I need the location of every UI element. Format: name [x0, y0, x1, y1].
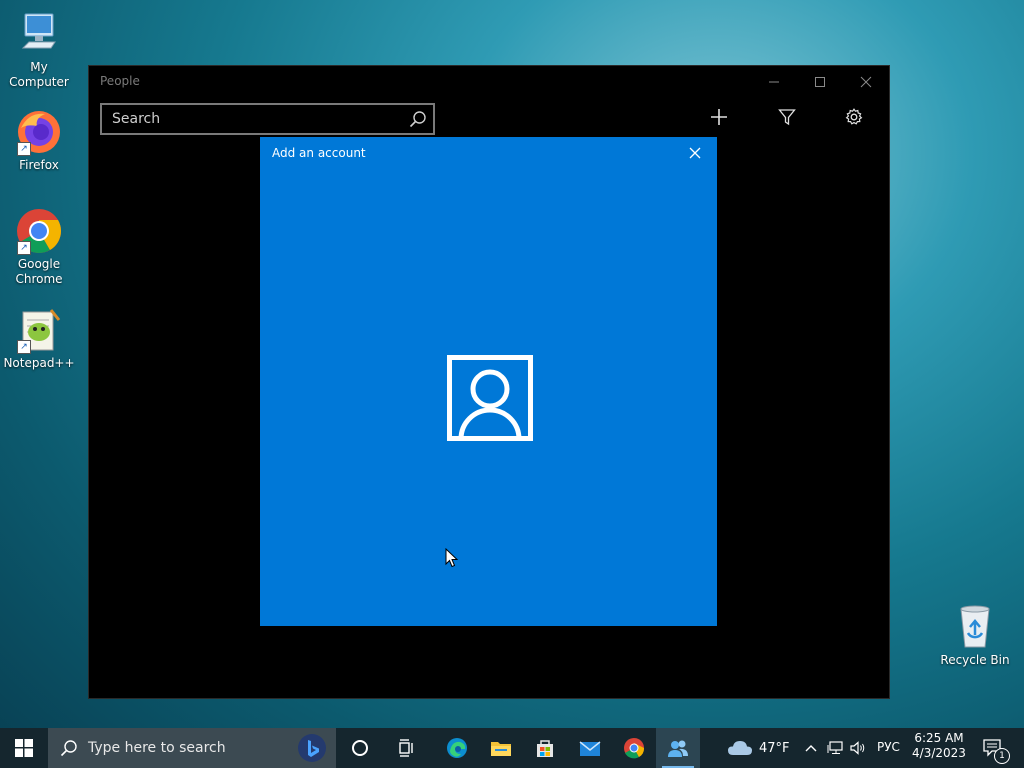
- clock-time: 6:25 AM: [914, 731, 964, 745]
- network-icon[interactable]: [827, 741, 843, 755]
- add-contact-button[interactable]: [701, 102, 737, 132]
- weather-widget[interactable]: 47°F: [724, 728, 790, 768]
- cortana-circle-icon: [352, 740, 368, 756]
- store-icon: [537, 740, 553, 757]
- desktop-icon-firefox[interactable]: ↗ Firefox: [1, 108, 77, 173]
- maximize-button[interactable]: [797, 66, 843, 98]
- volume-icon[interactable]: [850, 741, 866, 755]
- dialog-title: Add an account: [272, 146, 366, 160]
- gear-icon: [845, 108, 863, 125]
- desktop-icon-recycle-bin[interactable]: Recycle Bin: [937, 603, 1013, 668]
- mouse-cursor-icon: [445, 548, 459, 568]
- start-button[interactable]: [0, 728, 48, 768]
- add-account-dialog: Add an account: [260, 137, 717, 626]
- close-icon: [860, 76, 872, 88]
- maximize-icon: [815, 77, 825, 87]
- taskbar-search-box[interactable]: Type here to search: [48, 728, 336, 768]
- minimize-button[interactable]: [751, 66, 797, 98]
- bing-icon[interactable]: [298, 734, 326, 762]
- chrome-icon: ↗: [15, 207, 63, 255]
- desktop-icon-label: My Computer: [9, 60, 69, 89]
- shortcut-arrow-icon: ↗: [17, 142, 31, 156]
- taskbar: Type here to search 47°F РУС 6:25 AM 4/3…: [0, 728, 1024, 768]
- task-view-button[interactable]: [385, 728, 429, 768]
- desktop-icon-label: Recycle Bin: [940, 653, 1010, 667]
- store-taskbar-button[interactable]: [523, 728, 567, 768]
- file-explorer-taskbar-button[interactable]: [479, 728, 523, 768]
- clock-date: 4/3/2023: [912, 746, 966, 760]
- filter-icon: [778, 109, 796, 126]
- minimize-icon: [769, 81, 779, 83]
- desktop-icon-label: Firefox: [19, 158, 59, 172]
- plus-icon: [711, 109, 727, 125]
- people-taskbar-button[interactable]: [656, 728, 700, 768]
- mail-taskbar-button[interactable]: [568, 728, 612, 768]
- taskbar-search-placeholder: Type here to search: [88, 740, 226, 756]
- computer-icon: [15, 10, 63, 58]
- person-account-icon: [447, 355, 533, 441]
- chrome-icon: [624, 738, 645, 759]
- chevron-up-icon[interactable]: [805, 744, 817, 752]
- people-window: People Add an account: [88, 65, 890, 699]
- desktop-icon-label: Google Chrome: [15, 257, 63, 286]
- desktop-icon-my-computer[interactable]: My Computer: [1, 10, 77, 90]
- language-indicator[interactable]: РУС: [877, 740, 900, 754]
- shortcut-arrow-icon: ↗: [17, 340, 31, 354]
- mail-icon: [579, 741, 601, 756]
- desktop-icon-notepad-plus-plus[interactable]: ↗ Notepad++: [1, 306, 77, 371]
- chrome-taskbar-button[interactable]: [612, 728, 656, 768]
- notepad-plus-plus-icon: ↗: [15, 306, 63, 354]
- window-title: People: [100, 74, 140, 88]
- search-input[interactable]: [102, 105, 402, 133]
- desktop-icon-google-chrome[interactable]: ↗ Google Chrome: [1, 207, 77, 287]
- cortana-button[interactable]: [338, 728, 382, 768]
- notification-center-button[interactable]: 1: [978, 728, 1018, 768]
- clock[interactable]: 6:25 AM 4/3/2023: [906, 728, 972, 768]
- search-icon[interactable]: [409, 110, 427, 128]
- close-window-button[interactable]: [843, 66, 889, 98]
- weather-temperature: 47°F: [759, 741, 790, 756]
- edge-icon: [447, 738, 467, 758]
- search-icon: [60, 740, 77, 757]
- close-dialog-icon[interactable]: [687, 145, 703, 161]
- recycle-bin-icon: [951, 603, 999, 651]
- people-icon: [668, 740, 688, 757]
- shortcut-arrow-icon: ↗: [17, 241, 31, 255]
- settings-button[interactable]: [836, 102, 872, 132]
- filter-button[interactable]: [769, 102, 805, 132]
- cloud-icon: [728, 741, 752, 755]
- folder-icon: [491, 742, 511, 756]
- firefox-icon: ↗: [15, 108, 63, 156]
- task-view-icon: [399, 739, 413, 757]
- search-box: [100, 103, 435, 135]
- notification-count-badge: 1: [994, 748, 1010, 764]
- windows-logo-icon: [15, 739, 33, 757]
- edge-taskbar-button[interactable]: [435, 728, 479, 768]
- desktop-icon-label: Notepad++: [3, 356, 75, 370]
